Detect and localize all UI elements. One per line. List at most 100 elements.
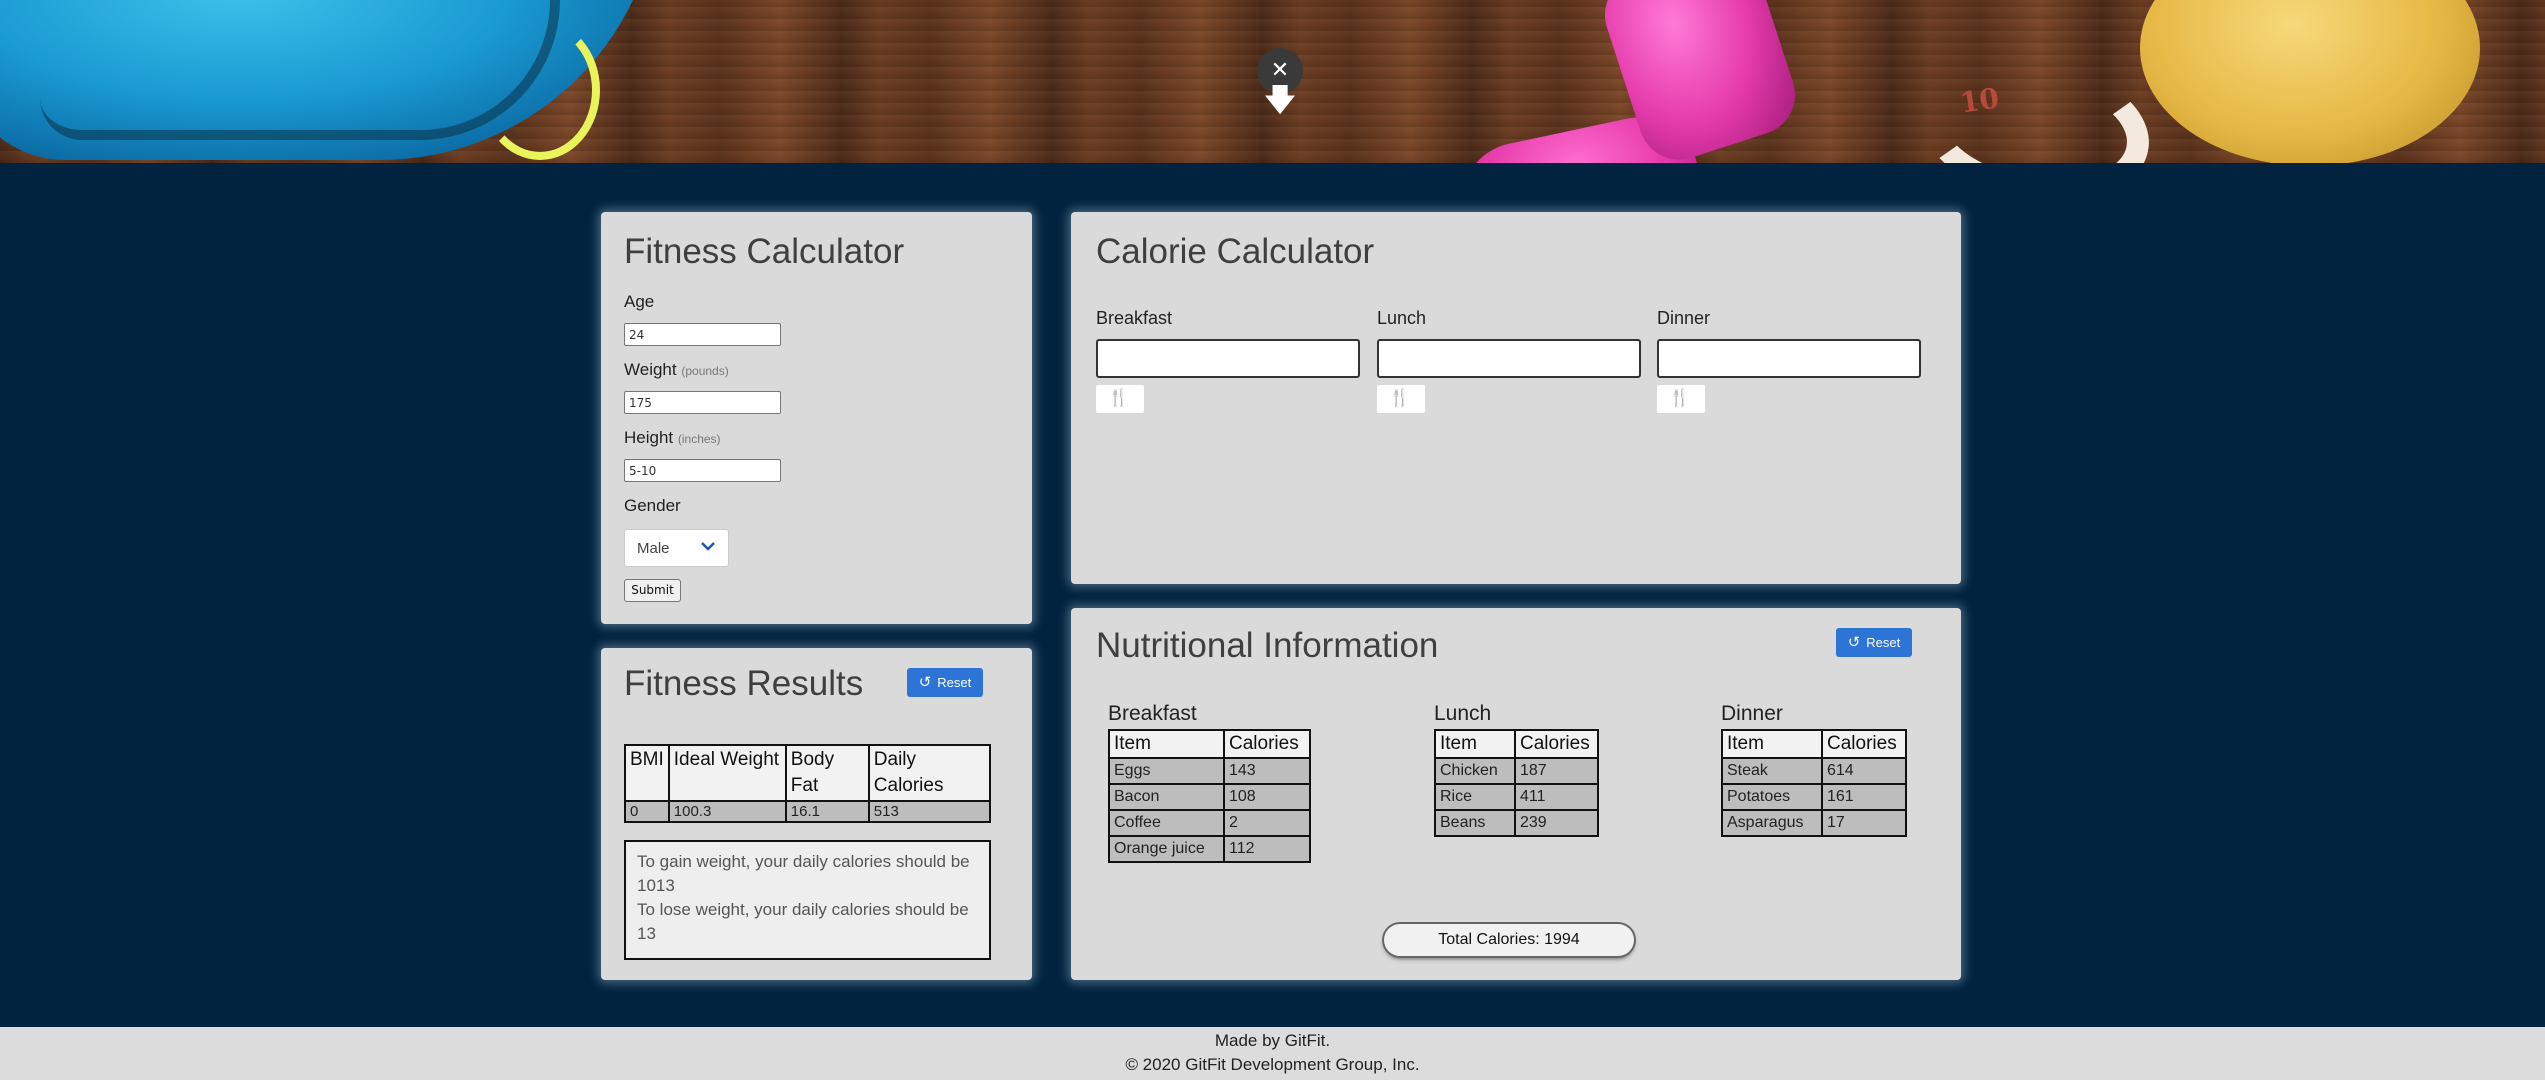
add-lunch-button[interactable]: 🍴 [1377,385,1425,413]
scroll-down-icon[interactable]: 🡇 [1258,86,1302,116]
lunch-heading: Lunch [1434,702,1492,725]
age-input[interactable] [624,323,781,346]
nutrition-reset-label: Reset [1866,635,1901,650]
item-cell: Coffee [1108,809,1225,837]
bmi-value: 0 [624,800,670,823]
col-item: Item [1721,729,1823,759]
add-breakfast-button[interactable]: 🍴 [1096,385,1144,413]
table-row: Bacon 108 [1108,783,1311,811]
add-dinner-button[interactable]: 🍴 [1657,385,1705,413]
lunch-label: Lunch [1377,308,1427,328]
calories-cell: 17 [1821,809,1907,837]
calories-cell: 161 [1821,783,1907,811]
calories-cell: 2 [1223,809,1311,837]
fitness-reset-label: Reset [937,675,972,690]
fitness-results-title: Fitness Results [624,664,864,703]
weight-unit: (pounds) [681,364,729,378]
nutrition-reset-button[interactable]: ↺ Reset [1836,628,1912,657]
height-label: Height (inches) [624,428,721,448]
calories-cell: 411 [1514,783,1599,811]
table-row: 0 100.3 16.1 513 [624,800,992,823]
footer-copyright: © 2020 GitFit Development Group, Inc. [1125,1055,1420,1074]
item-cell: Asparagus [1721,809,1823,837]
dinner-table: Item Calories Steak 614 Potatoes 161 Aspara… [1721,729,1907,837]
breakfast-input[interactable] [1096,339,1360,378]
dinner-label: Dinner [1657,308,1711,328]
item-cell: Beans [1434,809,1516,837]
body-fat-value: 16.1 [784,800,870,823]
table-header-row: BMI Ideal Weight Body Fat Daily Calories [624,744,992,802]
table-row: Beans 239 [1434,809,1599,837]
gain-weight-text: To gain weight, your daily calories shou… [637,852,970,895]
lose-weight-text: To lose weight, your daily calories shou… [637,900,969,943]
footer-made-by: Made by GitFit. [1214,1031,1331,1050]
dinner-heading: Dinner [1721,702,1783,725]
lunch-input[interactable] [1377,339,1641,378]
item-cell: Bacon [1108,783,1225,811]
height-input[interactable] [624,459,781,482]
item-cell: Chicken [1434,757,1516,785]
gender-select[interactable]: Male [624,529,729,567]
reset-icon: ↺ [918,674,932,691]
utensils-icon: 🍴 [1669,388,1691,408]
calories-cell: 239 [1514,809,1599,837]
utensils-icon: 🍴 [1108,388,1130,408]
table-row: Rice 411 [1434,783,1599,811]
table-row: Potatoes 161 [1721,783,1907,811]
fitness-results-table: BMI Ideal Weight Body Fat Daily Calories… [624,744,992,823]
col-calories: Calories [1514,729,1599,759]
ideal-weight-value: 100.3 [667,800,787,823]
col-body-fat: Body Fat [784,744,870,802]
nutritional-info-panel: Nutritional Information ↺ Reset Breakfast… [1071,608,1961,980]
submit-button[interactable]: Submit [624,579,681,602]
table-row: Coffee 2 [1108,809,1311,837]
footer: Made by GitFit. © 2020 GitFit Developmen… [0,1027,2545,1080]
utensils-icon: 🍴 [1389,388,1411,408]
weight-input[interactable] [624,391,781,414]
calories-cell: 614 [1821,757,1907,785]
calories-cell: 143 [1223,757,1311,785]
item-cell: Rice [1434,783,1516,811]
col-calories: Calories [1821,729,1907,759]
calories-cell: 112 [1223,835,1311,863]
total-calories-badge: Total Calories: 1994 [1384,924,1634,956]
col-ideal-weight: Ideal Weight [667,744,787,802]
col-calories: Calories [1223,729,1311,759]
table-header-row: Item Calories [1108,729,1311,759]
height-label-text: Height [624,428,674,447]
chevron-down-icon [700,536,716,563]
fitness-calculator-panel: Fitness Calculator Age Weight (pounds) H… [601,212,1032,624]
age-label: Age [624,292,654,312]
table-row: Eggs 143 [1108,757,1311,785]
dinner-input[interactable] [1657,339,1921,378]
daily-calories-value: 513 [867,800,992,823]
item-cell: Orange juice [1108,835,1225,863]
col-bmi: BMI [624,744,670,802]
gender-select-value: Male [637,540,670,557]
fitness-reset-button[interactable]: ↺ Reset [907,668,983,697]
weight-label-text: Weight [624,360,677,379]
calories-cell: 187 [1514,757,1599,785]
fitness-calculator-title: Fitness Calculator [624,232,905,271]
calorie-calculator-panel: Calorie Calculator Breakfast 🍴 Lunch 🍴 D… [1071,212,1961,584]
breakfast-heading: Breakfast [1108,702,1197,725]
height-unit: (inches) [677,432,721,446]
breakfast-table: Item Calories Eggs 143 Bacon 108 Coffee 2 Or… [1108,729,1311,863]
measuring-tape-digits: 10 [1957,81,2002,120]
table-row: Asparagus 17 [1721,809,1907,837]
weight-label: Weight (pounds) [624,360,729,380]
col-item: Item [1108,729,1225,759]
fitness-results-panel: Fitness Results ↺ Reset BMI Ideal Weight … [601,648,1032,980]
col-item: Item [1434,729,1516,759]
item-cell: Eggs [1108,757,1225,785]
table-row: Orange juice 112 [1108,835,1311,863]
calories-cell: 108 [1223,783,1311,811]
table-row: Chicken 187 [1434,757,1599,785]
nutritional-info-title: Nutritional Information [1096,626,1439,665]
reset-icon: ↺ [1847,634,1861,651]
table-header-row: Item Calories [1721,729,1907,759]
age-label-text: Age [624,292,655,311]
col-daily-calories: Daily Calories [867,744,992,802]
item-cell: Steak [1721,757,1823,785]
gender-label: Gender [624,496,681,515]
